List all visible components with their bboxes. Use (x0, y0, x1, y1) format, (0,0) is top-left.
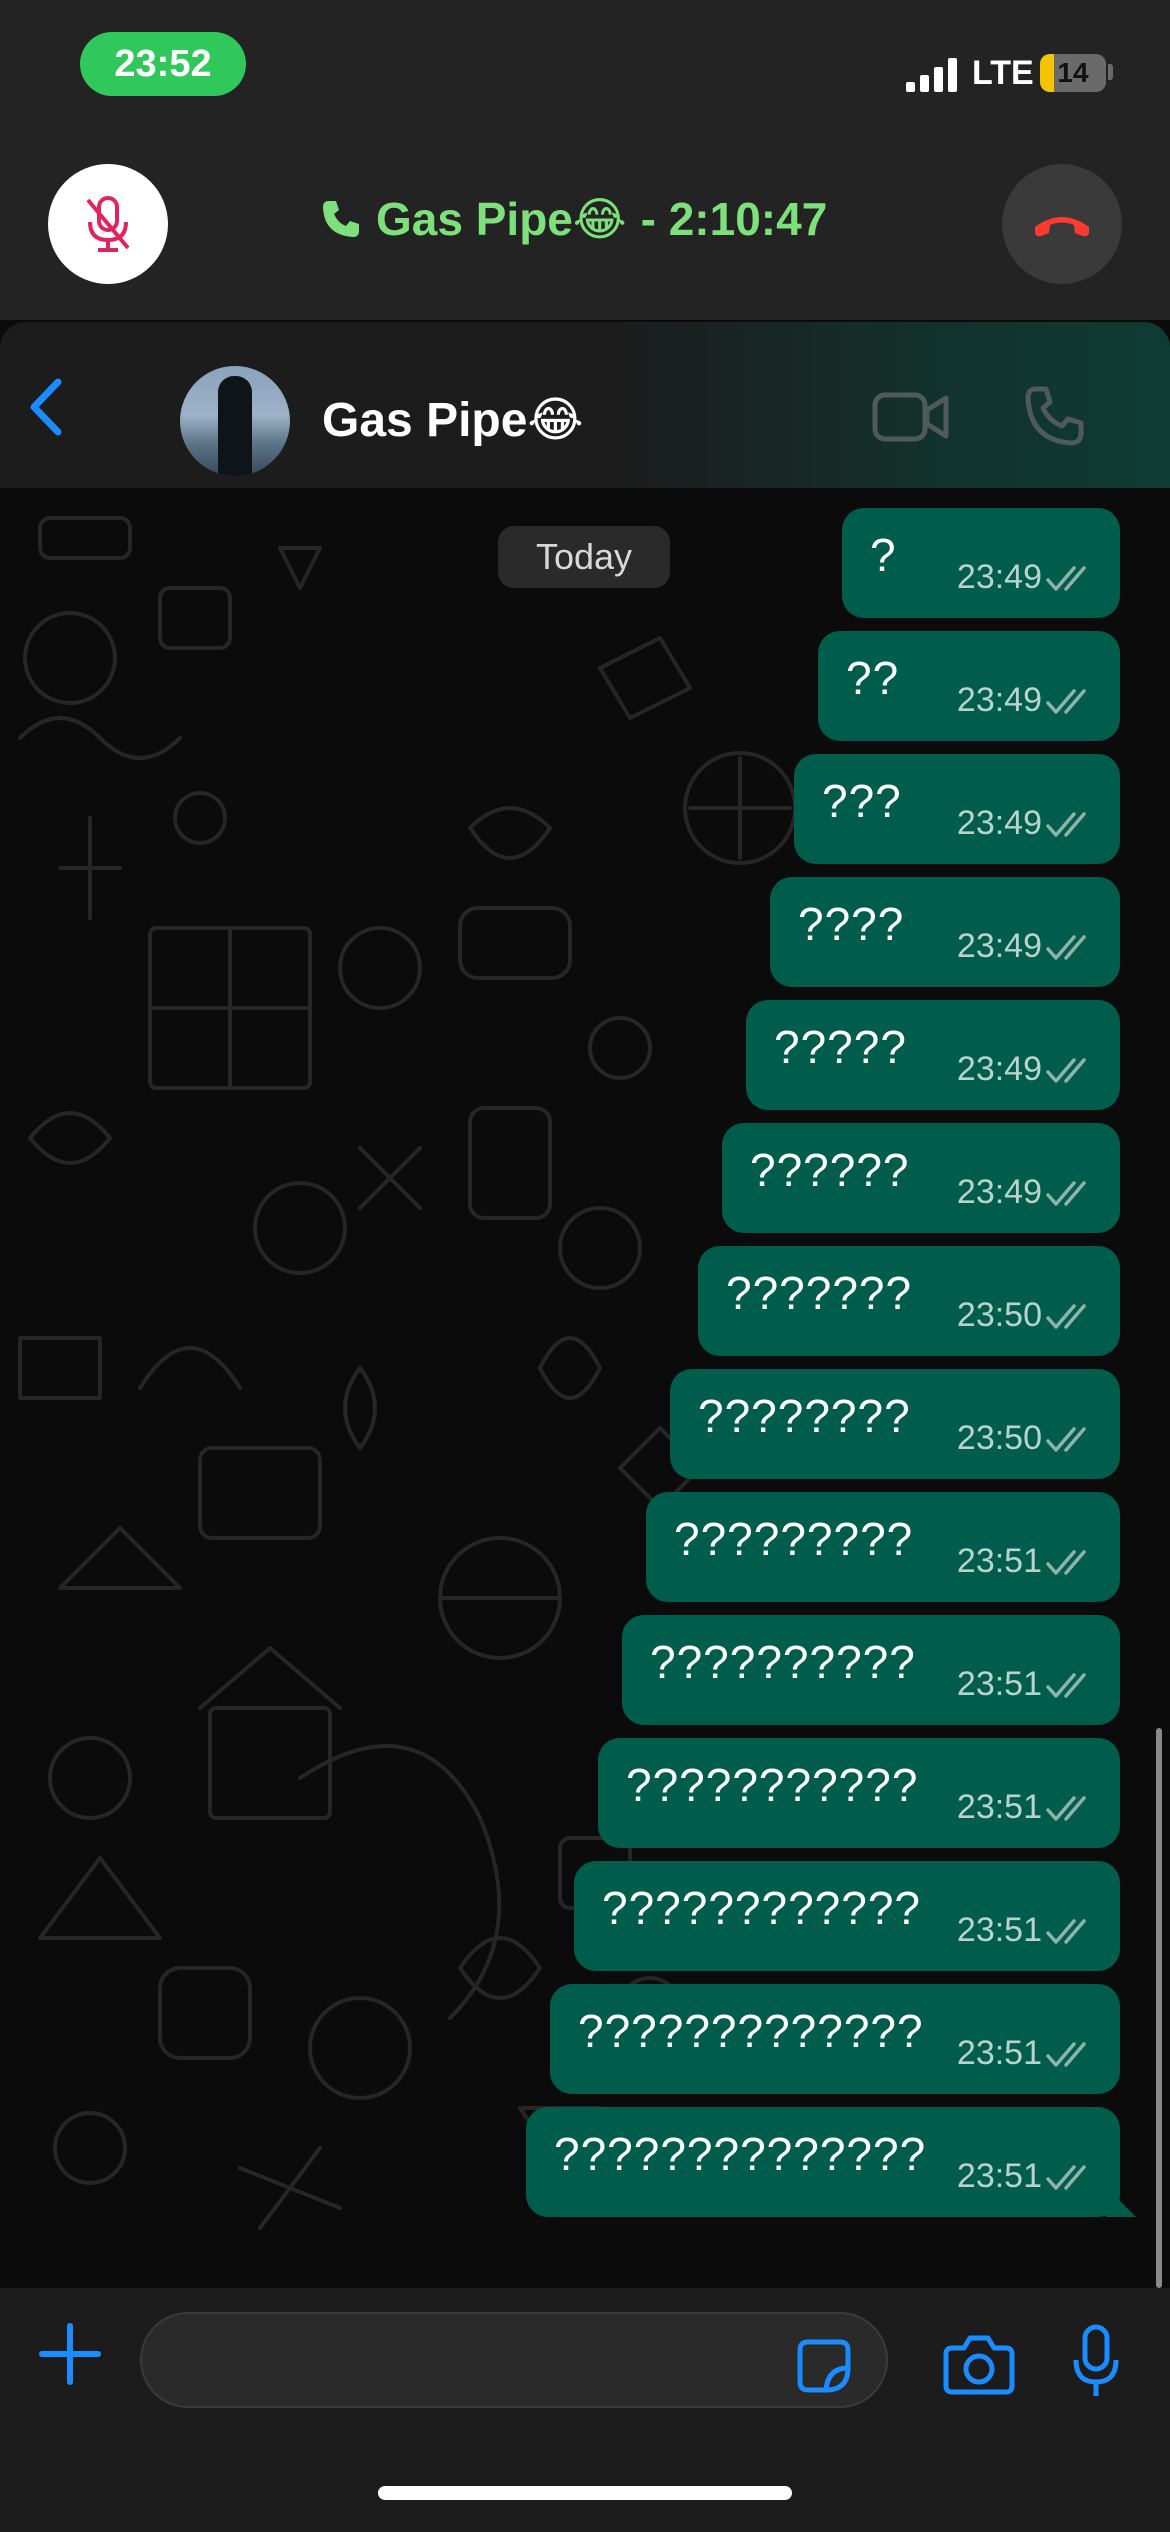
message-bubble[interactable]: ? 23:49 (842, 508, 1120, 618)
status-time: 23:52 (80, 32, 246, 96)
contact-avatar[interactable] (180, 366, 290, 476)
message-bubble[interactable]: ???????? 23:50 (670, 1369, 1120, 1479)
chat-header (0, 322, 1170, 488)
chat-area[interactable]: Today ? 23:49 ?? 23:49 ??? 23:49 ???? 23… (0, 488, 1170, 2288)
message-bubble[interactable]: ?????? 23:49 (722, 1123, 1120, 1233)
message-text: ???? (798, 898, 905, 950)
hang-up-icon (1035, 217, 1089, 237)
call-contact-name: Gas Pipe😂 (376, 193, 627, 245)
message-text: ??? (822, 775, 902, 827)
message-time: 23:51 (956, 2157, 1042, 2195)
date-separator: Today (498, 526, 670, 588)
message-time: 23:51 (956, 1542, 1042, 1580)
message-text: ?????????? (650, 1636, 916, 1688)
message-text: ???????? (698, 1390, 911, 1442)
mic-off-icon (86, 196, 130, 252)
double-check-icon (1046, 689, 1086, 714)
message-bubble[interactable]: ??????????? 23:51 (598, 1738, 1120, 1848)
end-call-button[interactable] (1002, 164, 1122, 284)
message-time: 23:50 (956, 1419, 1042, 1457)
phone-icon (323, 201, 359, 237)
message-time: 23:49 (956, 1173, 1042, 1211)
message-bubble[interactable]: ????? 23:49 (746, 1000, 1120, 1110)
double-check-icon (1046, 566, 1086, 591)
message-text: ??????????? (626, 1759, 919, 1811)
message-bubble[interactable]: ?? 23:49 (818, 631, 1120, 741)
home-indicator[interactable] (378, 2486, 792, 2500)
camera-icon[interactable] (942, 2332, 1016, 2396)
message-time: 23:51 (956, 2034, 1042, 2072)
message-time: 23:50 (956, 1296, 1042, 1334)
signal-icon (906, 58, 957, 92)
battery-tip (1108, 64, 1113, 80)
scrollbar[interactable] (1156, 1728, 1162, 2288)
message-time: 23:49 (956, 681, 1042, 719)
double-check-icon (1046, 1304, 1086, 1329)
message-text: ????????? (674, 1513, 914, 1565)
message-bubble[interactable]: ?????????????? 23:51 (526, 2107, 1120, 2217)
message-text: ????? (774, 1021, 907, 1073)
message-time: 23:49 (956, 804, 1042, 842)
double-check-icon (1046, 1181, 1086, 1206)
message-text: ?????????????? (554, 2128, 927, 2180)
contact-name[interactable]: Gas Pipe😂 (322, 392, 584, 448)
call-duration: - 2:10:47 (640, 193, 828, 245)
message-text: ? (870, 529, 897, 581)
message-bubble[interactable]: ????????????? 23:51 (550, 1984, 1120, 2094)
message-text: ????????????? (578, 2005, 924, 2057)
message-time: 23:51 (956, 1911, 1042, 1949)
message-bubble[interactable]: ???? 23:49 (770, 877, 1120, 987)
mute-button[interactable] (48, 164, 168, 284)
double-check-icon (1046, 1058, 1086, 1083)
battery-level: 14 (1057, 57, 1089, 88)
message-time: 23:51 (956, 1665, 1042, 1703)
voice-call-icon[interactable] (1022, 384, 1088, 450)
microphone-icon[interactable] (1072, 2324, 1120, 2400)
sticker-icon[interactable] (796, 2338, 852, 2394)
double-check-icon (1046, 935, 1086, 960)
double-check-icon (1046, 2165, 1086, 2190)
back-chevron-icon[interactable] (22, 372, 72, 442)
message-text: ???????????? (602, 1882, 921, 1934)
message-bubble[interactable]: ???????????? 23:51 (574, 1861, 1120, 1971)
message-input[interactable] (140, 2312, 888, 2408)
double-check-icon (1046, 1550, 1086, 1575)
battery-icon: 14 (1040, 54, 1106, 92)
ongoing-call-bar[interactable]: Gas Pipe😂 - 2:10:47 (0, 140, 1170, 320)
message-time: 23:49 (956, 1050, 1042, 1088)
video-call-icon[interactable] (872, 390, 950, 444)
message-bubble[interactable]: ??? 23:49 (794, 754, 1120, 864)
double-check-icon (1046, 812, 1086, 837)
plus-icon[interactable] (38, 2322, 102, 2386)
message-bubble[interactable]: ?????????? 23:51 (622, 1615, 1120, 1725)
double-check-icon (1046, 1673, 1086, 1698)
message-text: ??????? (726, 1267, 913, 1319)
status-bar: 23:52 LTE 14 (0, 0, 1170, 140)
double-check-icon (1046, 2042, 1086, 2067)
double-check-icon (1046, 1796, 1086, 1821)
call-title[interactable]: Gas Pipe😂 - 2:10:47 (320, 192, 827, 246)
message-bubble[interactable]: ??????? 23:50 (698, 1246, 1120, 1356)
message-time: 23:51 (956, 1788, 1042, 1826)
message-text: ?? (846, 652, 900, 704)
double-check-icon (1046, 1427, 1086, 1452)
message-text: ?????? (750, 1144, 910, 1196)
network-type: LTE (972, 54, 1034, 92)
double-check-icon (1046, 1919, 1086, 1944)
message-bubble[interactable]: ????????? 23:51 (646, 1492, 1120, 1602)
message-time: 23:49 (956, 927, 1042, 965)
message-time: 23:49 (956, 558, 1042, 596)
